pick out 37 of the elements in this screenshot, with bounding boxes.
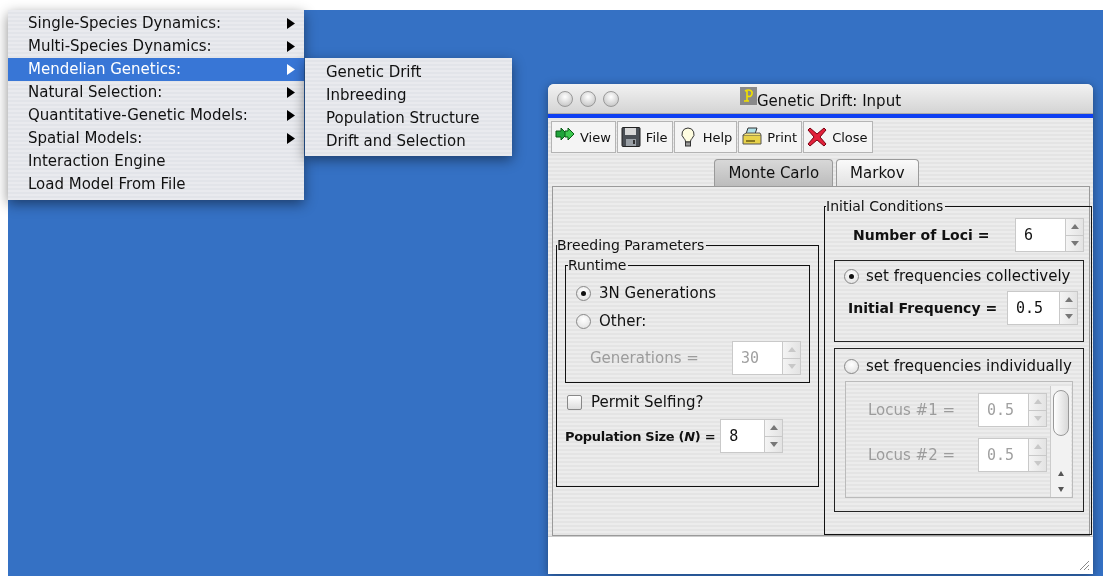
- toolbar-button[interactable]: Help: [673, 121, 738, 153]
- field-label: Locus #2 =: [868, 446, 957, 464]
- menu-item[interactable]: Quantitative-Genetic Models:: [8, 104, 304, 127]
- menu-item[interactable]: Natural Selection:: [8, 81, 304, 104]
- toolbar-button[interactable]: File: [616, 121, 673, 153]
- number-field[interactable]: 8: [720, 419, 765, 453]
- radio-label: set frequencies collectively: [866, 267, 1071, 285]
- group-title: Initial Conditions: [826, 198, 945, 214]
- tab[interactable]: Markov: [836, 159, 919, 186]
- field-label: Population Size (N) =: [565, 428, 716, 444]
- menu-item[interactable]: Population Structure: [305, 107, 512, 130]
- group-title: Breeding Parameters: [557, 237, 706, 253]
- menu-item[interactable]: Drift and Selection: [305, 130, 512, 153]
- field-label: Generations =: [590, 349, 700, 367]
- toolbar-button[interactable]: View: [551, 121, 616, 153]
- menu-item[interactable]: Spatial Models:: [8, 127, 304, 150]
- toolbar-button[interactable]: Print: [738, 121, 803, 153]
- radio-label: set frequencies individually: [866, 357, 1072, 375]
- checkbox-label: Permit Selfing?: [591, 393, 704, 411]
- menu-item[interactable]: Load Model From File: [8, 173, 304, 196]
- menu-item[interactable]: Interaction Engine: [8, 150, 304, 173]
- field-label: Locus #1 =: [868, 401, 957, 419]
- radio-label: 3N Generations: [599, 284, 717, 302]
- menu-item[interactable]: Genetic Drift: [305, 61, 512, 84]
- radio-label: Other:: [599, 312, 647, 330]
- window-title: Genetic Drift: Input: [756, 91, 902, 110]
- number-field[interactable]: 0.5: [1007, 291, 1059, 325]
- menu-item[interactable]: Mendelian Genetics:: [8, 58, 304, 81]
- toolbar-button[interactable]: Close: [803, 121, 873, 153]
- group-title: Runtime: [568, 257, 628, 273]
- menu-item[interactable]: Multi-Species Dynamics:: [8, 35, 304, 58]
- field-label: Number of Loci =: [853, 227, 991, 243]
- number-field[interactable]: 6: [1015, 218, 1065, 252]
- tab[interactable]: Monte Carlo: [714, 159, 834, 186]
- field-label: Initial Frequency =: [848, 300, 999, 316]
- menu-item[interactable]: Inbreeding: [305, 84, 512, 107]
- menu-item[interactable]: Single-Species Dynamics:: [8, 12, 304, 35]
